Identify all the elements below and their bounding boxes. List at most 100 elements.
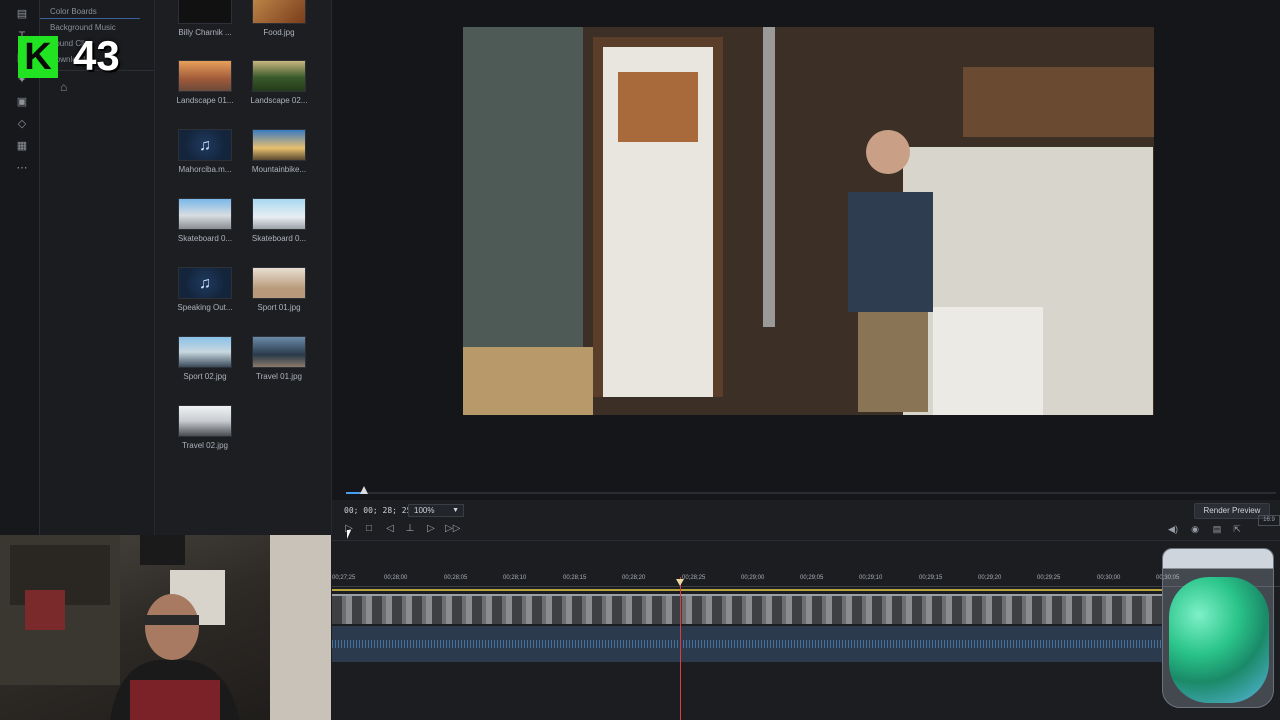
subtitles-icon[interactable]: ▤ xyxy=(1210,523,1224,535)
media-tile[interactable]: ♫ Speaking Out... xyxy=(170,267,240,312)
time-ruler[interactable]: 00;27;25 00;28;00 00;28;05 00;28;10 00;2… xyxy=(332,571,1280,587)
ruler-tick: 00;28;20 xyxy=(622,575,646,581)
media-thumbnail xyxy=(178,60,232,92)
split-icon[interactable]: ⊥ xyxy=(403,523,417,535)
particle-room-icon[interactable]: ◇ xyxy=(15,118,29,130)
media-label: Food.jpg xyxy=(263,28,295,37)
ruler-tick: 00;28;00 xyxy=(384,575,408,581)
ruler-tick: 00;30;00 xyxy=(1097,575,1121,581)
jar-contents xyxy=(1169,577,1269,703)
audio-clip-track[interactable] xyxy=(332,626,1162,662)
media-thumbnail xyxy=(178,405,232,437)
media-tile[interactable]: Landscape 02... xyxy=(244,60,314,105)
media-label: Landscape 01... xyxy=(176,96,234,105)
more-icon[interactable]: ⋯ xyxy=(15,162,29,174)
next-frame-icon[interactable]: ▷ xyxy=(424,523,438,535)
ruler-tick: 00;29;10 xyxy=(859,575,883,581)
transport-bar: 00; 00; 28; 25 100% ▼ ▷ □ ◁ ⊥ ▷ ▷▷ Rende… xyxy=(332,500,1280,540)
media-room-icon[interactable]: ▤ xyxy=(15,8,29,20)
media-library: Billy Charnik ... Food.jpg Landscape 01.… xyxy=(156,0,332,535)
media-label: Skateboard 0... xyxy=(251,234,307,243)
ruler-tick: 00;28;10 xyxy=(503,575,527,581)
preview-frame-image xyxy=(463,27,1154,415)
undock-icon[interactable]: ⇱ xyxy=(1230,523,1244,535)
media-tile[interactable]: Skateboard 0... xyxy=(170,198,240,243)
media-tile[interactable]: Landscape 01... xyxy=(170,60,240,105)
media-label: Landscape 02... xyxy=(250,96,308,105)
playhead-handle[interactable] xyxy=(676,579,684,586)
media-tile[interactable]: ♫ Mahorciba.m... xyxy=(170,129,240,174)
media-tile[interactable]: Food.jpg xyxy=(244,0,314,37)
music-note-icon: ♫ xyxy=(178,267,232,299)
tag-icon[interactable]: ⌂ xyxy=(60,80,67,94)
media-label: Speaking Out... xyxy=(177,303,233,312)
preview-window xyxy=(332,0,1280,500)
media-thumbnail xyxy=(252,336,306,368)
media-label: Travel 02.jpg xyxy=(182,441,228,450)
mouse-cursor-icon xyxy=(347,530,351,539)
media-label: Mahorciba.m... xyxy=(178,165,232,174)
media-label: Sport 01.jpg xyxy=(257,303,301,312)
media-tile[interactable]: Sport 01.jpg xyxy=(244,267,314,312)
category-item[interactable]: Color Boards xyxy=(50,7,97,16)
media-label: Travel 01.jpg xyxy=(256,372,302,381)
jar-lid xyxy=(1163,549,1273,569)
preview-scrubber[interactable] xyxy=(346,486,1276,494)
ruler-tick: 00;29;15 xyxy=(919,575,943,581)
video-preview[interactable] xyxy=(463,27,1154,415)
video-clip-track[interactable] xyxy=(332,594,1162,624)
ruler-tick: 00;29;25 xyxy=(1037,575,1061,581)
category-item[interactable]: Background Music xyxy=(50,23,116,32)
category-panel: Color Boards Background Music Sound Clip… xyxy=(40,0,159,535)
audio-room-icon[interactable]: ▦ xyxy=(15,140,29,152)
zoom-value: 100% xyxy=(414,506,435,515)
webcam-overlay xyxy=(0,535,331,720)
aspect-ratio-badge[interactable]: 16:9 xyxy=(1258,515,1280,526)
media-thumbnail xyxy=(252,267,306,299)
media-label: Mountainbike... xyxy=(251,165,307,174)
media-thumbnail xyxy=(178,0,232,24)
media-thumbnail xyxy=(252,198,306,230)
media-tile[interactable]: Sport 02.jpg xyxy=(170,336,240,381)
work-area-bar[interactable] xyxy=(332,589,1162,591)
media-thumbnail xyxy=(178,336,232,368)
video-editor: ▤ T ◫ ✦ ▣ ◇ ▦ ⋯ Color Boards Background … xyxy=(0,0,1280,720)
music-note-icon: ♫ xyxy=(178,129,232,161)
media-thumbnail xyxy=(252,60,306,92)
media-tile[interactable]: Mountainbike... xyxy=(244,129,314,174)
timeline-playhead[interactable] xyxy=(680,577,681,720)
media-tile[interactable]: Travel 01.jpg xyxy=(244,336,314,381)
media-tile[interactable]: Skateboard 0... xyxy=(244,198,314,243)
ruler-tick: 00;29;20 xyxy=(978,575,1002,581)
media-tile[interactable]: Travel 02.jpg xyxy=(170,405,240,450)
stop-icon[interactable]: □ xyxy=(362,523,376,535)
ruler-tick: 00;28;25 xyxy=(682,575,706,581)
volume-icon[interactable]: ◀) xyxy=(1166,523,1180,535)
overlay-number: 43 xyxy=(73,32,120,79)
ruler-tick: 00;28;15 xyxy=(563,575,587,581)
media-thumbnail xyxy=(252,129,306,161)
media-label: Sport 02.jpg xyxy=(183,372,227,381)
fast-forward-icon[interactable]: ▷▷ xyxy=(445,523,460,535)
timecode-display[interactable]: 00; 00; 28; 25 xyxy=(344,506,411,515)
snapshot-icon[interactable]: ◉ xyxy=(1188,523,1202,535)
ruler-tick: 00;29;00 xyxy=(741,575,765,581)
pip-room-icon[interactable]: ▣ xyxy=(15,96,29,108)
media-thumbnail xyxy=(178,198,232,230)
media-label: Billy Charnik ... xyxy=(178,28,232,37)
candy-jar-overlay xyxy=(1162,548,1274,708)
ruler-tick: 00;28;05 xyxy=(444,575,468,581)
media-label: Skateboard 0... xyxy=(177,234,233,243)
left-toolbar: ▤ T ◫ ✦ ▣ ◇ ▦ ⋯ xyxy=(0,0,40,535)
media-thumbnail xyxy=(252,0,306,24)
chevron-down-icon: ▼ xyxy=(452,507,459,514)
webcam-image xyxy=(0,535,331,720)
audio-waveform xyxy=(332,640,1162,648)
zoom-select[interactable]: 100% ▼ xyxy=(408,504,464,517)
ruler-tick: 00;29;05 xyxy=(800,575,824,581)
scrubber-handle[interactable] xyxy=(360,486,368,494)
media-tile[interactable]: Billy Charnik ... xyxy=(170,0,240,37)
timeline: 00;27;25 00;28;00 00;28;05 00;28;10 00;2… xyxy=(332,540,1280,720)
previous-frame-icon[interactable]: ◁ xyxy=(383,523,397,535)
ruler-tick: 00;27;25 xyxy=(332,575,356,581)
